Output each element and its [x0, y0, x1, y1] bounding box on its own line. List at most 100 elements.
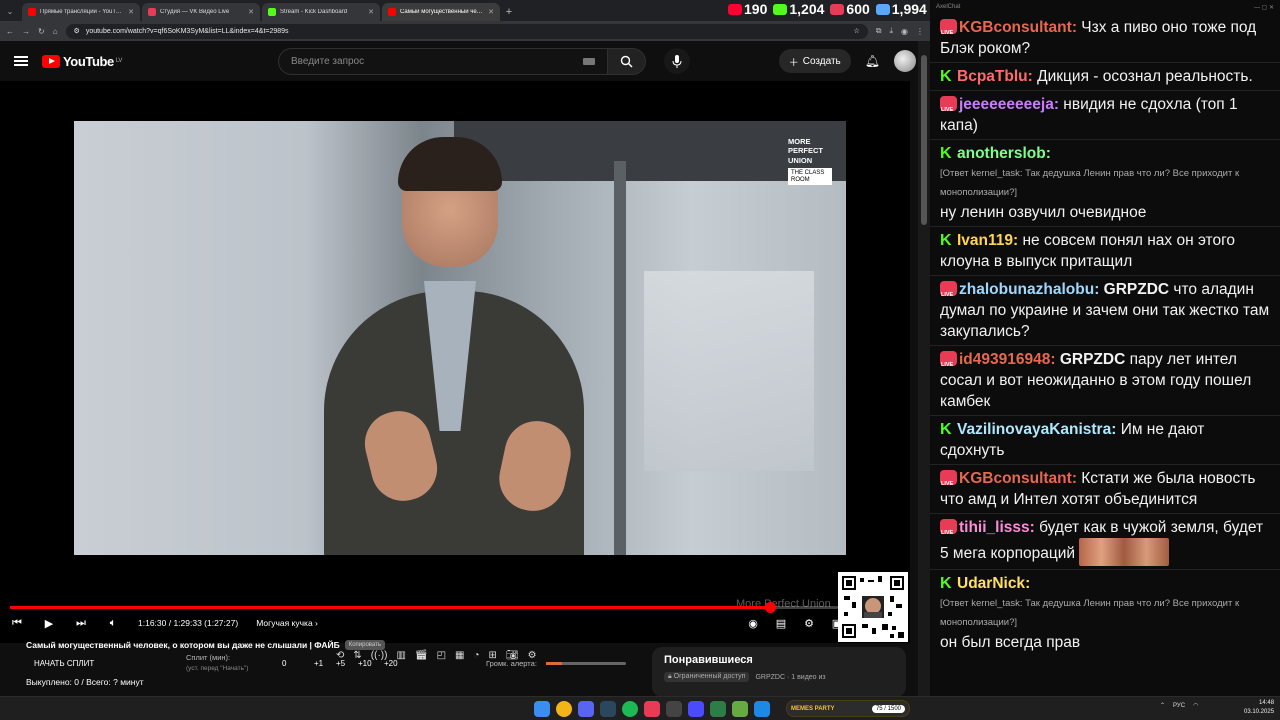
previous-icon[interactable]: ⏮	[10, 617, 24, 630]
menu-hamburger-icon[interactable]	[14, 56, 28, 66]
youtube-icon	[728, 3, 742, 15]
close-tab-icon[interactable]: ✕	[368, 8, 374, 16]
copy-button[interactable]: Копировать	[344, 640, 386, 650]
profile-icon[interactable]: ◉	[901, 27, 908, 36]
axelchat-icon[interactable]	[754, 701, 770, 717]
add-1-button[interactable]: +1	[314, 659, 323, 668]
clapper-icon[interactable]: 🎬︎	[415, 650, 428, 661]
reload-icon[interactable]: ↻	[38, 27, 45, 36]
notifications-bell-icon[interactable]: 🔔︎	[865, 54, 880, 68]
settings-gear-icon[interactable]: ⚙	[802, 617, 816, 630]
chat-username[interactable]: VazilinovayaKanistra	[957, 421, 1111, 438]
back-icon[interactable]: ←	[6, 27, 14, 36]
menu-icon[interactable]: ⋮	[916, 27, 924, 36]
kick-badge-icon: K	[940, 68, 952, 85]
close-tab-icon[interactable]: ✕	[128, 8, 134, 16]
chrome-icon[interactable]	[556, 701, 572, 717]
new-tab-button[interactable]: +	[500, 3, 518, 21]
chat-username[interactable]: jeeeeeeeeeja	[959, 96, 1054, 113]
site-info-icon[interactable]: ⚙	[74, 27, 80, 35]
create-button[interactable]: ＋ Создать	[778, 49, 851, 73]
app-icon[interactable]	[688, 701, 704, 717]
search-button[interactable]	[607, 47, 646, 75]
player-controls: ⏮ ▶ ⏭ 🔈︎ 1:16:30 / 1:29:33 (1:27:27) Мог…	[10, 613, 900, 633]
wifi-icon[interactable]: ◠	[1193, 702, 1198, 709]
address-bar[interactable]: ⚙ youtube.com/watch?v=qf6SoKM3SyM&list=L…	[65, 23, 868, 39]
discord-icon[interactable]	[578, 701, 594, 717]
close-tab-icon[interactable]: ✕	[248, 8, 254, 16]
search-input[interactable]: Введите запрос	[277, 47, 608, 75]
chat-username[interactable]: anotherslob	[957, 145, 1046, 162]
plus-icon: ＋	[788, 57, 799, 69]
split-value-input[interactable]: 0	[282, 659, 286, 668]
language-indicator[interactable]: РУС	[1173, 703, 1185, 709]
tab-youtube-live[interactable]: Прямые трансляции - YouTube ✕	[22, 3, 140, 21]
chat-username[interactable]: KGBconsultant	[959, 19, 1072, 36]
viewer-count: 190	[744, 1, 768, 17]
add-5-button[interactable]: +5	[336, 659, 345, 668]
youtube-logo[interactable]: YouTube LV	[42, 54, 122, 69]
chapter-button[interactable]: Могучая кучка ›	[256, 618, 318, 628]
viewer-count: 600	[846, 1, 870, 17]
progress-bar[interactable]	[10, 602, 900, 613]
system-tray: ⌃ РУС ◠	[1160, 702, 1198, 710]
add-10-button[interactable]: +10	[358, 659, 372, 668]
download-icon[interactable]: ⤓	[889, 26, 893, 36]
add-20-button[interactable]: +20	[384, 659, 398, 668]
vk-live-badge-icon	[940, 519, 957, 544]
tab-current-video[interactable]: Самый могущественный чел... ✕	[382, 3, 500, 21]
spotify-icon[interactable]	[622, 701, 638, 717]
vk-live-badge-icon	[940, 351, 957, 376]
next-icon[interactable]: ⏭	[74, 617, 88, 630]
playlist-meta: GRPZDC · 1 видео из	[755, 673, 826, 681]
app-icon[interactable]	[710, 701, 726, 717]
chat-message: tihii_lisss: будет как в чужой земля, бу…	[930, 513, 1280, 569]
page-scrollbar[interactable]	[918, 41, 930, 696]
emote-strip-icon	[1079, 538, 1170, 566]
total-viewers: 1,994	[875, 1, 927, 17]
video-player[interactable]: MORE PERFECT UNION THE CLASS ROOM More Pe…	[0, 81, 910, 643]
chat-username[interactable]: zhalobunazhalobu	[959, 281, 1094, 298]
chat-username[interactable]: BcpaTblu	[957, 68, 1028, 85]
chat-username[interactable]: UdarNick	[957, 575, 1025, 592]
scrollbar-thumb[interactable]	[921, 55, 927, 225]
autoplay-toggle-icon[interactable]: ◉	[746, 617, 760, 630]
video-frame[interactable]: MORE PERFECT UNION THE CLASS ROOM	[74, 121, 846, 555]
chevron-up-icon[interactable]: ⌃	[1160, 702, 1165, 709]
clock[interactable]: 14:48 03.10.2025	[1244, 699, 1274, 717]
chat-username[interactable]: id493916948	[959, 351, 1050, 368]
filmstrip-icon[interactable]: ▦	[455, 650, 464, 661]
chat-username[interactable]: KGBconsultant	[959, 470, 1072, 487]
aspect-icon[interactable]: ◰	[437, 650, 446, 661]
vk-live-badge-icon	[940, 96, 957, 121]
viewer-count: 1,204	[789, 1, 825, 17]
close-tab-icon[interactable]: ✕	[488, 8, 494, 16]
voice-search-button[interactable]	[663, 48, 690, 74]
app-icon[interactable]	[732, 701, 748, 717]
scrubber-handle[interactable]	[765, 602, 777, 613]
memes-party-widget[interactable]: MEMES PARTY 75 / 1500	[786, 700, 910, 717]
start-split-button[interactable]: НАЧАТЬ СПЛИТ	[34, 659, 94, 668]
volume-icon[interactable]: 🔈︎	[106, 617, 120, 630]
chat-username[interactable]: Ivan119	[957, 232, 1013, 249]
speed-icon[interactable]: ◔	[474, 650, 480, 661]
tab-kick-dashboard[interactable]: Stream - Kick Dashboard ✕	[262, 3, 380, 21]
liked-playlist-panel[interactable]: Понравившиеся 🔒︎ Ограниченный доступ GRP…	[652, 647, 906, 696]
home-icon[interactable]: ⌂	[53, 27, 58, 36]
obs-icon[interactable]	[644, 701, 660, 717]
forward-icon[interactable]: →	[22, 27, 30, 36]
start-menu-icon[interactable]	[534, 701, 550, 717]
bookmark-star-icon[interactable]: ☆	[853, 27, 859, 35]
tab-vk-studio[interactable]: Студия — VK Видео Live ✕	[142, 3, 260, 21]
keyboard-icon[interactable]	[582, 57, 595, 65]
steam-icon[interactable]	[600, 701, 616, 717]
window-controls[interactable]: — ▢ ✕	[1254, 4, 1274, 14]
extensions-icon[interactable]: ⧉	[876, 26, 882, 36]
subtitles-icon[interactable]: ▤	[774, 617, 788, 630]
tab-search-icon[interactable]: ⌄	[0, 3, 20, 21]
chat-username[interactable]: tihii_lisss	[959, 519, 1030, 536]
avatar[interactable]	[894, 50, 916, 72]
alert-volume-slider[interactable]	[546, 662, 626, 665]
play-icon[interactable]: ▶	[42, 617, 56, 630]
app-icon[interactable]	[666, 701, 682, 717]
